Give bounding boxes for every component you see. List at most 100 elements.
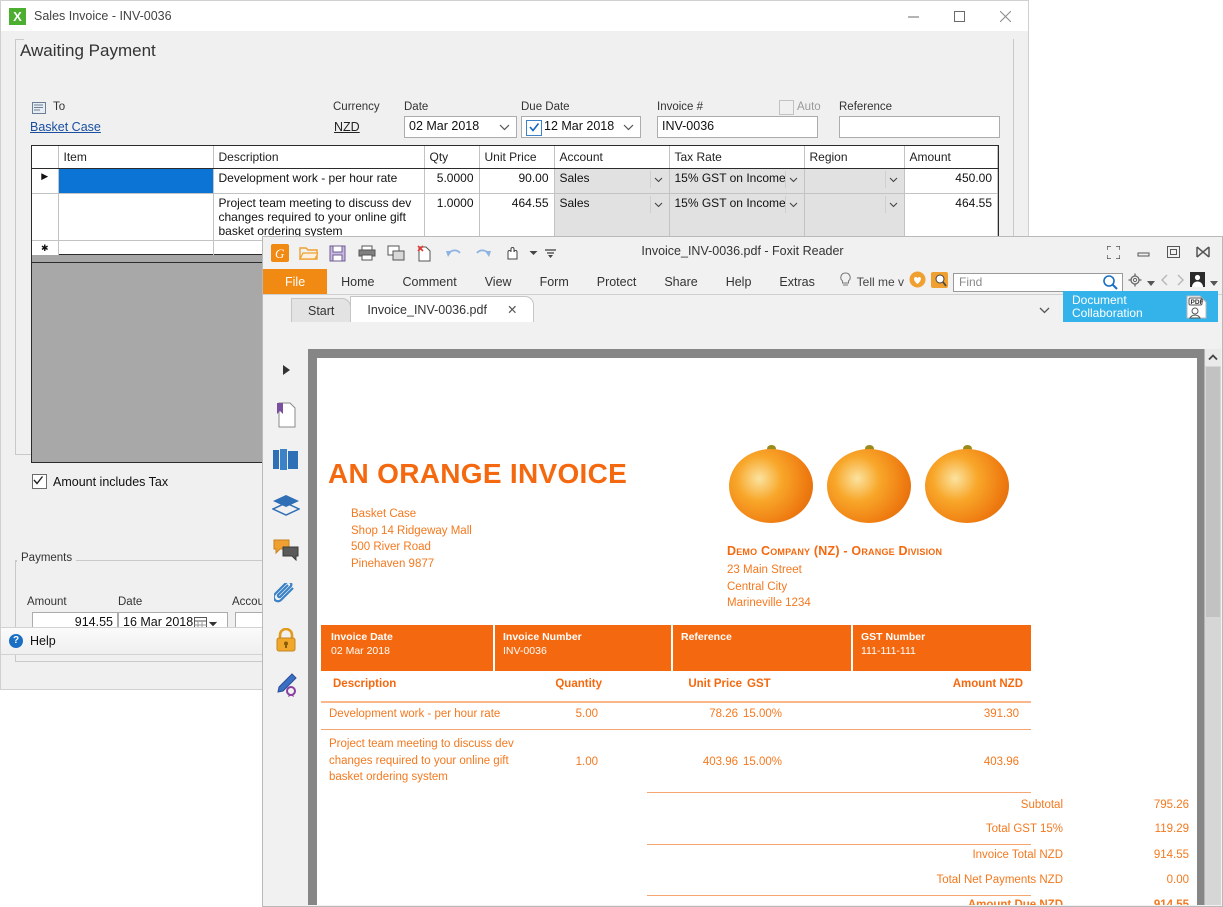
chevron-down-icon[interactable]	[649, 196, 667, 213]
fullscreen-button[interactable]	[1098, 240, 1128, 264]
cell-region[interactable]	[804, 168, 905, 194]
foxit-logo-icon[interactable]: G	[267, 241, 292, 266]
close-button[interactable]	[982, 1, 1028, 31]
email-icon[interactable]	[383, 241, 408, 266]
open-folder-icon[interactable]	[296, 241, 321, 266]
cell-amount[interactable]: 464.55	[904, 193, 998, 241]
tab-view[interactable]: View	[471, 269, 526, 295]
cell-unit-price[interactable]: 464.55	[479, 193, 555, 241]
amount-includes-tax-row[interactable]: Amount includes Tax	[32, 474, 168, 489]
document-collaboration-banner[interactable]: Document Collaboration PDF	[1063, 291, 1218, 322]
amount-includes-tax-checkbox[interactable]	[32, 474, 47, 489]
meta-invoice-number: Invoice Number INV-0036	[493, 625, 671, 671]
cell-qty[interactable]: 5.0000	[424, 168, 480, 194]
grid-col-region[interactable]: Region	[804, 146, 905, 169]
hand-tool-icon[interactable]	[499, 241, 524, 266]
due-date-checkbox[interactable]	[526, 120, 542, 136]
tab-home[interactable]: Home	[327, 269, 388, 295]
scrollbar-thumb[interactable]	[1206, 367, 1220, 617]
tab-help[interactable]: Help	[712, 269, 766, 295]
cell-tax-rate[interactable]: 15% GST on Income	[669, 168, 805, 194]
chevron-down-icon[interactable]	[1039, 301, 1050, 319]
chevron-down-icon[interactable]	[528, 241, 539, 266]
due-date-field[interactable]: 12 Mar 2018	[521, 116, 641, 138]
grid-col-account[interactable]: Account	[554, 146, 670, 169]
bookmarks-icon[interactable]	[269, 398, 303, 432]
attachments-icon[interactable]	[269, 578, 303, 612]
cell-tax-rate[interactable]: 15% GST on Income	[669, 193, 805, 241]
undo-icon[interactable]	[441, 241, 466, 266]
amount-due-value: 914.55	[1153, 899, 1189, 905]
search-icon[interactable]	[1098, 274, 1118, 293]
lightbulb-icon[interactable]	[839, 272, 852, 292]
chevron-down-icon[interactable]	[1210, 273, 1218, 291]
tab-protect[interactable]: Protect	[583, 269, 651, 295]
table-row[interactable]: Project team meeting to discuss dev chan…	[32, 193, 998, 241]
pages-thumbnail-icon[interactable]	[269, 443, 303, 477]
next-page-icon[interactable]	[1175, 273, 1185, 291]
chevron-down-icon[interactable]	[884, 171, 902, 188]
cell-account[interactable]: Sales	[554, 193, 670, 241]
save-icon[interactable]	[325, 241, 350, 266]
auto-number-checkbox[interactable]	[779, 100, 794, 115]
grid-col-item[interactable]: Item	[58, 146, 214, 169]
restore-button[interactable]	[1158, 240, 1188, 264]
chevron-down-icon[interactable]	[884, 196, 902, 213]
redo-icon[interactable]	[470, 241, 495, 266]
date-field[interactable]: 02 Mar 2018	[404, 116, 517, 138]
cell-item[interactable]	[58, 193, 214, 241]
search-text-icon[interactable]	[931, 271, 948, 293]
invoice-number-input[interactable]: INV-0036	[657, 116, 818, 138]
tab-share[interactable]: Share	[650, 269, 711, 295]
tab-invoice-pdf[interactable]: Invoice_INV-0036.pdf ✕	[350, 296, 535, 322]
customize-toolbar-icon[interactable]	[543, 241, 557, 266]
cell-description[interactable]: Development work - per hour rate	[213, 168, 425, 194]
cell-item[interactable]	[58, 168, 214, 194]
pdf-viewport[interactable]: AN ORANGE INVOICE Basket Case Shop 14 Ri…	[308, 349, 1221, 905]
pdf-vertical-scrollbar[interactable]	[1204, 349, 1221, 905]
currency-value[interactable]: NZD	[334, 120, 360, 134]
tab-comment[interactable]: Comment	[389, 269, 471, 295]
previous-page-icon[interactable]	[1160, 273, 1170, 291]
cell-unit-price[interactable]: 90.00	[479, 168, 555, 194]
cell-qty[interactable]: 1.0000	[424, 193, 480, 241]
chevron-down-icon[interactable]	[784, 171, 802, 188]
avatar[interactable]	[1190, 272, 1205, 292]
security-icon[interactable]	[269, 623, 303, 657]
tab-start[interactable]: Start	[291, 298, 352, 322]
comments-icon[interactable]	[269, 533, 303, 567]
search-input[interactable]: Find	[953, 272, 1123, 293]
grid-col-tax-rate[interactable]: Tax Rate	[669, 146, 805, 169]
table-row[interactable]: ▶ Development work - per hour rate 5.000…	[32, 168, 998, 194]
grid-col-qty[interactable]: Qty	[424, 146, 480, 169]
cell-region[interactable]	[804, 193, 905, 241]
grid-col-amount[interactable]: Amount	[904, 146, 998, 169]
chevron-down-icon[interactable]	[1147, 273, 1155, 291]
close-icon[interactable]: ✕	[507, 302, 517, 317]
chevron-down-icon[interactable]	[649, 171, 667, 188]
layers-icon[interactable]	[269, 488, 303, 522]
tab-file[interactable]: File	[263, 269, 328, 295]
contact-name-link[interactable]: Basket Case	[30, 120, 101, 134]
print-icon[interactable]	[354, 241, 379, 266]
minimize-button[interactable]	[1128, 240, 1158, 264]
grid-col-description[interactable]: Description	[213, 146, 425, 169]
tell-me-label[interactable]: Tell me v	[857, 275, 904, 289]
cell-description[interactable]: Project team meeting to discuss dev chan…	[213, 193, 425, 241]
scroll-up-button[interactable]	[1205, 349, 1221, 366]
heart-icon[interactable]	[909, 271, 926, 293]
minimize-button[interactable]	[890, 1, 936, 31]
digital-signature-icon[interactable]	[269, 668, 303, 702]
reference-input[interactable]	[839, 116, 1000, 138]
create-pdf-icon[interactable]	[412, 241, 437, 266]
gear-icon[interactable]	[1128, 273, 1142, 292]
chevron-down-icon[interactable]	[784, 196, 802, 213]
cell-account[interactable]: Sales	[554, 168, 670, 194]
navigation-caret-icon[interactable]	[269, 353, 303, 387]
cell-amount[interactable]: 450.00	[904, 168, 998, 194]
grid-col-unit-price[interactable]: Unit Price	[479, 146, 555, 169]
maximize-button[interactable]	[936, 1, 982, 31]
close-button[interactable]	[1188, 240, 1218, 264]
tab-form[interactable]: Form	[526, 269, 583, 295]
tab-extras[interactable]: Extras	[765, 269, 828, 295]
